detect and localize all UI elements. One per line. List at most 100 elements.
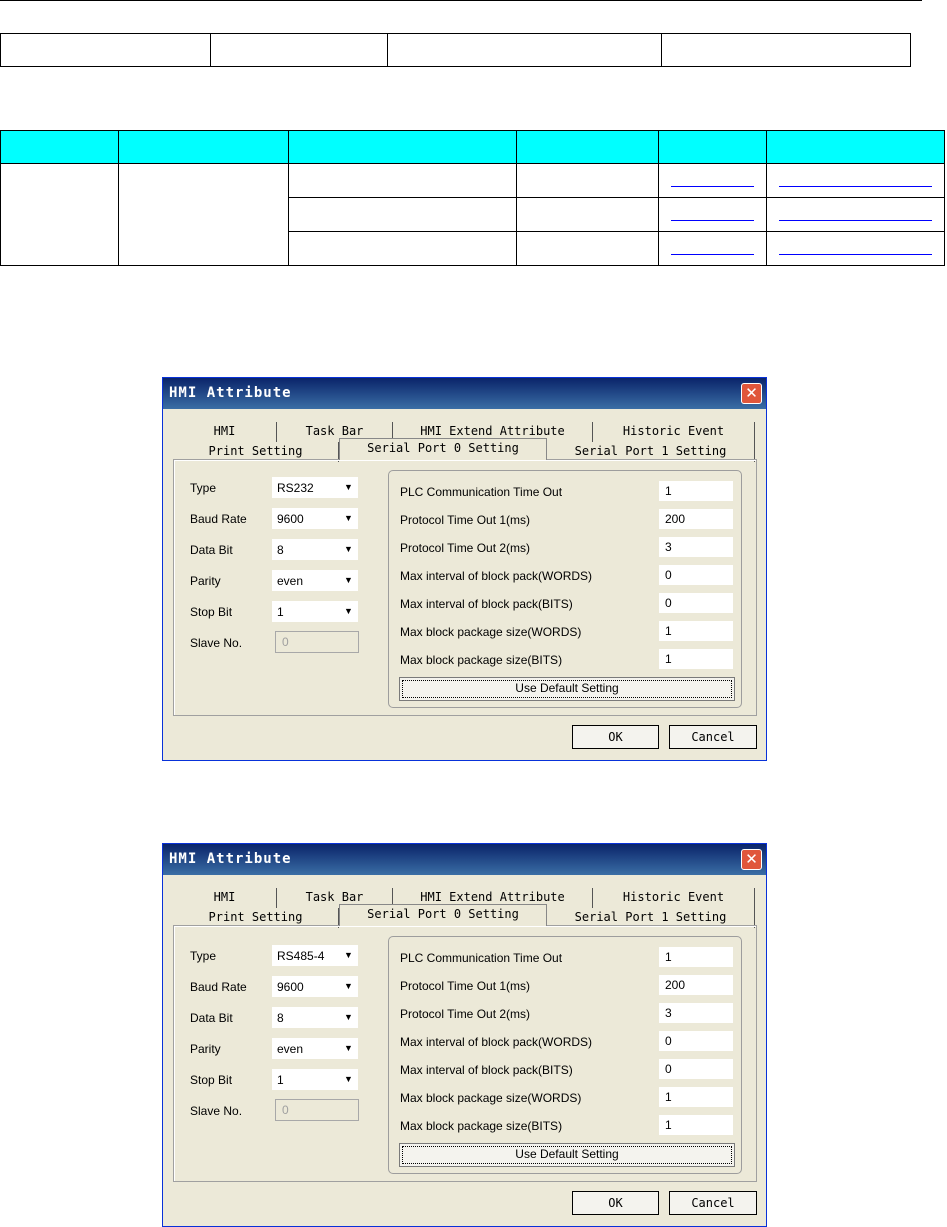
param-label: Protocol Time Out 1(ms) [400, 513, 531, 527]
stop-bit-select[interactable]: 1 ▼ [272, 1069, 358, 1090]
header-cell [387, 33, 662, 67]
data-bit-label: Data Bit [190, 1011, 233, 1025]
tab-hmi[interactable]: HMI [173, 422, 277, 442]
chevron-down-icon[interactable]: ▼ [340, 1039, 357, 1058]
param-label: Max block package size(BITS) [400, 1119, 563, 1133]
param-label: PLC Communication Time Out [400, 485, 563, 499]
type-select[interactable]: RS485-4 ▼ [272, 945, 358, 966]
data-bit-select[interactable]: 8 ▼ [272, 1007, 358, 1028]
param-label: Max block package size(BITS) [400, 653, 563, 667]
slave-no-label: Slave No. [190, 1104, 243, 1118]
param-label: Max interval of block pack(BITS) [400, 597, 573, 611]
table-cell [516, 231, 659, 266]
dialog-title: HMI Attribute [169, 851, 292, 867]
param-label: PLC Communication Time Out [400, 951, 563, 965]
chevron-down-icon[interactable]: ▼ [340, 478, 357, 497]
chevron-down-icon[interactable]: ▼ [340, 977, 357, 996]
baud-rate-select[interactable]: 9600 ▼ [272, 976, 358, 997]
parity-label: Parity [190, 1042, 221, 1056]
chevron-down-icon[interactable]: ▼ [340, 946, 357, 965]
data-bit-select[interactable]: 8 ▼ [272, 539, 358, 560]
type-label: Type [190, 949, 217, 963]
table-header-cell [118, 130, 289, 164]
title-bar[interactable]: HMI Attribute ✕ [163, 378, 766, 409]
header-cell [210, 33, 388, 67]
type-select[interactable]: RS232 ▼ [272, 477, 358, 498]
param-input[interactable]: 3 [659, 537, 733, 557]
chevron-down-icon[interactable]: ▼ [340, 1070, 357, 1089]
param-input[interactable]: 1 [659, 621, 733, 641]
param-input[interactable]: 3 [659, 1003, 733, 1023]
table-cell [118, 163, 289, 266]
protocol-group [388, 470, 742, 708]
param-input[interactable]: 1 [659, 649, 733, 669]
dialog-title: HMI Attribute [169, 385, 292, 401]
close-icon[interactable]: ✕ [741, 849, 762, 870]
param-label: Max block package size(WORDS) [400, 1091, 582, 1105]
table-header-cell [288, 130, 517, 164]
tab-hmi[interactable]: HMI [173, 888, 277, 908]
protocol-group [388, 936, 742, 1174]
table-link[interactable] [766, 197, 945, 232]
ok-button[interactable]: OK [572, 1191, 659, 1215]
param-input[interactable]: 200 [659, 509, 733, 529]
parity-select[interactable]: even ▼ [272, 570, 358, 591]
table-cell [0, 163, 119, 266]
title-bar[interactable]: HMI Attribute ✕ [163, 844, 766, 875]
table-header-cell [658, 130, 767, 164]
slave-no-input: 0 [275, 631, 359, 653]
tab-historic-event[interactable]: Historic Event [593, 422, 755, 442]
table-header-cell [516, 130, 659, 164]
header-table [0, 33, 911, 67]
table-cell [516, 163, 659, 198]
tab-serial-port-0[interactable]: Serial Port 0 Setting [339, 904, 547, 926]
cancel-button[interactable]: Cancel [669, 725, 757, 749]
chevron-down-icon[interactable]: ▼ [340, 540, 357, 559]
param-input[interactable]: 1 [659, 481, 733, 501]
stop-bit-label: Stop Bit [190, 1073, 233, 1087]
table-link[interactable] [658, 231, 767, 266]
param-label: Protocol Time Out 2(ms) [400, 1007, 531, 1021]
table-link[interactable] [766, 231, 945, 266]
slave-no-input: 0 [275, 1099, 359, 1121]
param-input[interactable]: 1 [659, 1087, 733, 1107]
tab-serial-port-0[interactable]: Serial Port 0 Setting [339, 438, 547, 460]
header-rule [0, 0, 922, 1]
stop-bit-select[interactable]: 1 ▼ [272, 601, 358, 622]
param-input[interactable]: 0 [659, 1059, 733, 1079]
parity-select[interactable]: even ▼ [272, 1038, 358, 1059]
chevron-down-icon[interactable]: ▼ [340, 509, 357, 528]
cancel-button[interactable]: Cancel [669, 1191, 757, 1215]
data-bit-label: Data Bit [190, 543, 233, 557]
param-input[interactable]: 0 [659, 565, 733, 585]
param-input[interactable]: 200 [659, 975, 733, 995]
parity-label: Parity [190, 574, 221, 588]
header-cell [0, 33, 211, 67]
baud-rate-select[interactable]: 9600 ▼ [272, 508, 358, 529]
ok-button[interactable]: OK [572, 725, 659, 749]
hmi-attribute-dialog-2: HMI Attribute ✕ HMI Task Bar HMI Extend … [162, 843, 767, 1227]
param-input[interactable]: 0 [659, 593, 733, 613]
param-label: Max interval of block pack(WORDS) [400, 1035, 593, 1049]
table-header-cell [0, 130, 119, 164]
close-icon[interactable]: ✕ [741, 383, 762, 404]
chevron-down-icon[interactable]: ▼ [340, 1008, 357, 1027]
type-label: Type [190, 481, 217, 495]
chevron-down-icon[interactable]: ▼ [340, 571, 357, 590]
param-label: Protocol Time Out 2(ms) [400, 541, 531, 555]
use-default-setting-button[interactable]: Use Default Setting [399, 677, 735, 701]
param-label: Max interval of block pack(WORDS) [400, 569, 593, 583]
table-link[interactable] [658, 197, 767, 232]
tab-historic-event[interactable]: Historic Event [593, 888, 755, 908]
header-cell [661, 33, 911, 67]
table-cell [288, 163, 517, 198]
baud-rate-label: Baud Rate [190, 980, 247, 994]
param-input[interactable]: 0 [659, 1031, 733, 1051]
use-default-setting-button[interactable]: Use Default Setting [399, 1143, 735, 1167]
param-label: Protocol Time Out 1(ms) [400, 979, 531, 993]
param-input[interactable]: 1 [659, 947, 733, 967]
param-input[interactable]: 1 [659, 1115, 733, 1135]
table-link[interactable] [658, 163, 767, 198]
table-link[interactable] [766, 163, 945, 198]
chevron-down-icon[interactable]: ▼ [340, 602, 357, 621]
